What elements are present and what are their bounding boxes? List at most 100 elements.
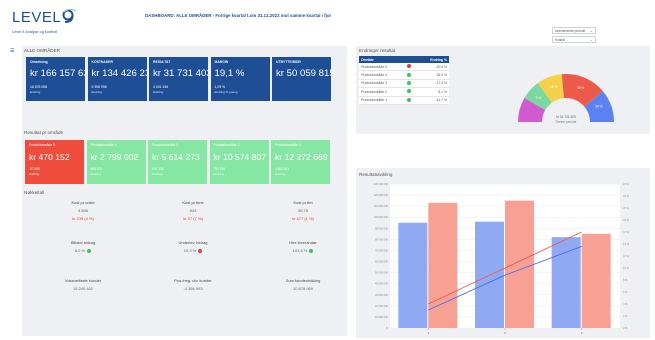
area-change-label: Endring (152, 172, 163, 176)
table-row[interactable]: Produktområde 5 -10,9 % (359, 63, 449, 72)
y2-tick-label: 6 % (623, 290, 628, 294)
kpi-value: kr 166 157 638 (30, 68, 95, 79)
kpi-value: 19,1 % (214, 68, 245, 79)
y-tick-label: 80 000 000 (375, 237, 389, 241)
result-chart: 0 10 000 000 20 000 000 30 000 000 40 000 00… (374, 182, 630, 335)
area-change: 3 608 851 (275, 167, 290, 171)
key-figure: Sum kundeutvikling 10 878 969 (258, 278, 348, 291)
kpi-value: kr 50 059 815 (276, 68, 335, 79)
key-figure: Bilister bidrag 8,2 % (38, 240, 128, 253)
y2-tick-label: 8 % (623, 278, 628, 282)
kpi-change-label: Endring (91, 90, 102, 94)
chart-bar (505, 200, 534, 328)
y-tick-label: 130 000 000 (374, 182, 389, 186)
y2-tick-label: 16 % (623, 230, 630, 234)
table-row[interactable]: Produktområde 2 8,1 % (359, 87, 449, 97)
key-figure-title: Voksne/faste kunder (64, 278, 102, 283)
area-change-label: Endring (90, 172, 101, 176)
table-header: Område Endring % (359, 56, 449, 63)
y-tick-label: 40 000 000 (375, 282, 389, 286)
kpi-change-label: Endring % poeng (214, 90, 238, 94)
key-figure-title: Sum kundeutvikling (285, 278, 321, 283)
table-row[interactable]: Produktområde 4 26,0 % (359, 70, 449, 80)
y2-tick-label: 18 % (623, 218, 630, 222)
key-figure: Kost pr time 843 kr 57 (7 %) (148, 200, 238, 221)
table-cell-area: Produktområde 5 (359, 63, 405, 72)
section-all-areas: ALLE OMRÅDER (24, 48, 60, 53)
key-figure-title: Kost pr fim (293, 200, 313, 205)
chart-bar (428, 202, 458, 328)
status-dot-icon (406, 64, 411, 69)
table-cell-status (404, 96, 418, 105)
y2-tick-label: 24 % (623, 182, 630, 186)
table-row[interactable]: Produktområde 1 41,7 % (359, 96, 449, 105)
key-figure-change: kr 477 (1 %) (292, 216, 314, 221)
kpi-value: kr 31 731 403 (153, 68, 212, 79)
gauge-center-label: Denne periode (556, 120, 577, 124)
header: LEVEL Level 9 Analyse og kontroll DASHBO… (0, 0, 655, 44)
table-row[interactable]: Produktområde 3 17,3 % (359, 79, 449, 89)
y-tick-label: 90 000 000 (375, 226, 389, 230)
kpi-card[interactable]: Omsetning kr 166 157 638 16 878 068 Endring (26, 57, 95, 101)
logo-text: LEVEL (12, 9, 62, 26)
area-value: kr 470 152 (29, 152, 70, 162)
key-figure-change: kr 239 (4 %) (72, 216, 94, 221)
table-cell-status (404, 63, 418, 72)
area-card[interactable]: Produktområde 4 kr 2 799 002 595 370 Endrin… (86, 140, 146, 184)
key-figure: Underlev. bidrag 19,9 % (148, 240, 238, 253)
status-dot-icon (309, 248, 314, 253)
x-tick-label: 3 (581, 331, 583, 335)
table-cell-change: 26,0 % (417, 70, 449, 80)
y-tick-label: 20 000 000 (375, 304, 389, 308)
y-tick-label: 0 (387, 326, 389, 330)
status-dot-icon (406, 72, 411, 77)
area-label: Produktområde 2 (213, 143, 240, 147)
status-dot-icon (406, 89, 411, 94)
gauge-label: 38 % (577, 86, 584, 90)
area-card[interactable]: Produktområde 1 kr 12 272 669 3 608 851 End… (271, 140, 330, 184)
key-figure-value: 10 878 969 (292, 286, 314, 291)
area-value: kr 10 574 807 (213, 152, 267, 162)
menu-icon[interactable]: ☰ (10, 48, 14, 54)
y-tick-label: 100 000 000 (374, 215, 389, 219)
table-cell-change: -10,9 % (417, 63, 449, 72)
gauge-label: 34 % (595, 104, 602, 108)
area-label: Produktområde 4 (90, 143, 117, 147)
y2-tick-label: 12 % (623, 254, 630, 258)
kpi-card[interactable]: KOSTNADER kr 134 426 235 5 398 956 Endring (87, 57, 156, 101)
period-select[interactable]: Inneværende periode ⌄ (552, 27, 596, 34)
table-cell-change: 8,1 % (417, 87, 449, 97)
area-value: kr 2 799 002 (90, 152, 139, 162)
x-tick-label: 2 (504, 331, 506, 335)
y-tick-label: 110 000 000 (374, 204, 389, 208)
key-figure-change: kr 57 (7 %) (183, 216, 203, 221)
table-cell-area: Produktområde 1 (359, 96, 405, 105)
area-change-label: Endring (213, 172, 224, 176)
key-figure: Voksne/faste kunder 15 240 462 (38, 278, 128, 291)
interval-select[interactable]: Kvartal ⌄ (552, 36, 596, 43)
period-select-value: Inneværende periode (555, 29, 586, 33)
kpi-label: KOSTNADER (91, 60, 113, 64)
y-tick-label: 30 000 000 (375, 293, 389, 297)
status-dot-icon (198, 248, 203, 253)
kpi-card[interactable]: RESULTAT kr 31 731 403 4 041 436 Endring (149, 57, 212, 101)
key-figure-value: 8,2 % (38, 248, 128, 253)
key-figure-title: Kost pr time (182, 200, 204, 205)
key-figure: Pos./neg. utv. kunder -4 366 993 (148, 278, 238, 291)
area-card[interactable]: Produktområde 3 kr 5 614 273 826 356 Endrin… (148, 140, 207, 184)
table-cell-area: Produktområde 2 (359, 87, 405, 97)
kpi-label: RESULTAT (153, 60, 171, 64)
section-changes: Endringer resultat (359, 48, 396, 53)
y2-tick-label: 4 % (623, 302, 628, 306)
table-cell-status (404, 70, 418, 80)
y2-tick-label: 20 % (623, 206, 630, 210)
kpi-label: Omsetning (30, 60, 48, 64)
logo-subtitle: Level 9 Analyse og kontroll (12, 30, 58, 34)
section-key-figures: Nøkkeltall (24, 190, 45, 195)
key-figure-value: -4 366 993 (183, 286, 203, 291)
kpi-card[interactable]: MARGIN 19,1 % 1,09 % Endring % poeng (210, 57, 270, 101)
key-figure-title: Bilister bidrag (70, 240, 96, 245)
area-card[interactable]: Produktområde 2 kr 10 574 807 790 790 Endri… (209, 140, 269, 184)
kpi-card[interactable]: UTBYTTE/BIDR kr 50 059 815 (272, 57, 335, 101)
area-card[interactable]: Produktområde 5 kr 470 152 -57 668 Endring (25, 140, 84, 184)
